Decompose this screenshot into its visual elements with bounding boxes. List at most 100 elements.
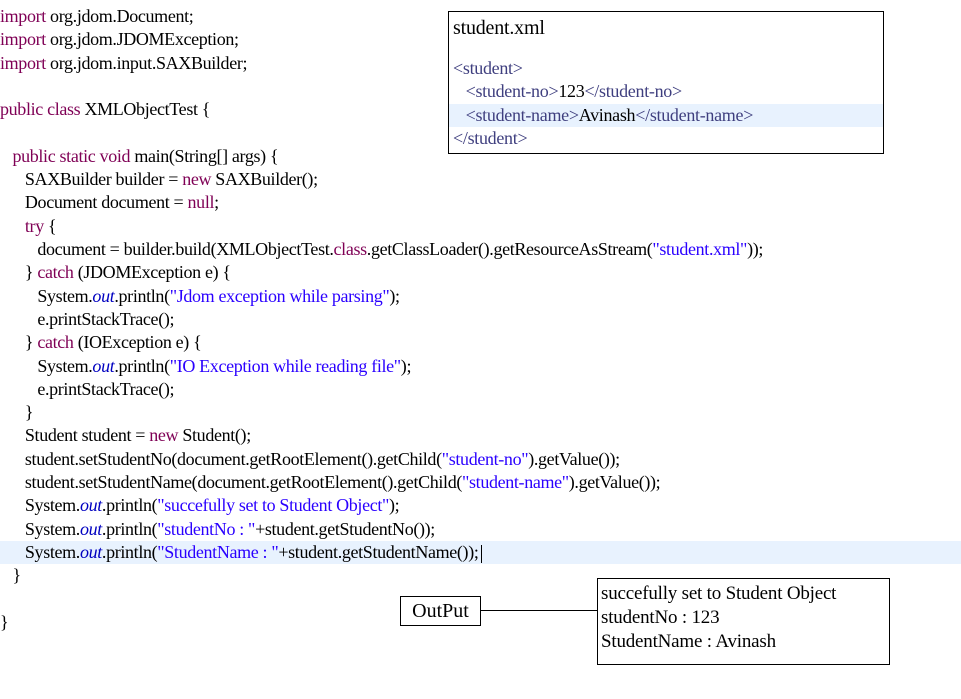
code-field: out (79, 518, 102, 539)
xml-tag: student-no (475, 81, 549, 102)
code-text: (IOException e) { (73, 332, 202, 353)
xml-tag (453, 81, 466, 101)
code-line[interactable]: System.out.println("studentNo : "+studen… (0, 518, 961, 541)
code-line[interactable]: e.printStackTrace(); (0, 378, 961, 401)
code-text: } (0, 565, 21, 586)
code-text: System. (0, 285, 93, 306)
code-text: .getClassLoader().getResourceAsStream( (366, 239, 653, 259)
code-text: main(String[] args) { (130, 145, 279, 166)
code-text: } (0, 611, 9, 632)
xml-tag: < (465, 104, 476, 125)
text-cursor (480, 544, 482, 563)
code-text: System. (0, 541, 80, 562)
code-line[interactable]: try { (0, 215, 961, 238)
code-line[interactable]: } (0, 401, 961, 424)
code-text: { (43, 215, 57, 236)
code-text: System. (0, 355, 93, 376)
xml-value: Avinash (578, 104, 636, 125)
code-text: } (0, 332, 38, 353)
xml-tag: < (453, 58, 463, 78)
code-text: (JDOMException e) { (73, 262, 231, 283)
code-line[interactable]: } catch (IOException e) { (0, 331, 961, 354)
code-keyword: null (187, 192, 215, 213)
xml-tag: > (568, 104, 579, 125)
code-string: "student-no" (441, 448, 529, 469)
code-text: ).getValue()); (528, 448, 620, 469)
code-text: +student.getStudentName()); (278, 541, 479, 562)
code-text: .println( (101, 541, 158, 562)
code-line[interactable]: System.out.println("IO Exception while r… (0, 355, 961, 378)
code-keyword: new (182, 169, 212, 190)
code-text: )); (747, 239, 764, 259)
code-text: ); (389, 285, 400, 306)
code-line[interactable]: student.setStudentNo(document.getRootEle… (0, 448, 961, 471)
xml-tag: > (512, 58, 523, 78)
code-text: org.jdom.Document; (45, 6, 194, 26)
code-text: org.jdom.JDOMException; (45, 29, 239, 50)
code-string: "student.xml" (652, 239, 748, 259)
code-field: out (79, 541, 102, 562)
code-text: System. (0, 518, 80, 539)
code-line[interactable]: Document document = null; (0, 191, 961, 214)
code-text: } (0, 402, 34, 423)
code-text: .println( (114, 285, 170, 306)
code-line[interactable]: student.setStudentName(document.getRootE… (0, 471, 961, 494)
code-keyword: static (59, 145, 96, 166)
code-field: out (92, 285, 115, 306)
code-line[interactable]: } catch (JDOMException e) { (0, 261, 961, 284)
code-keyword: catch (37, 262, 74, 283)
code-keyword: import (0, 52, 46, 73)
xml-line: <student> (449, 57, 883, 80)
xml-tag: > (672, 81, 682, 102)
xml-tag: > (743, 104, 754, 125)
code-line[interactable]: System.out.println("Jdom exception while… (0, 285, 961, 308)
code-text: ).getValue()); (568, 472, 661, 492)
output-line: succefully set to Student Object (601, 583, 837, 604)
code-text: } (0, 262, 38, 283)
code-text: org.jdom.input.SAXBuilder; (45, 52, 248, 73)
output-line: studentNo : 123 (601, 607, 720, 628)
xml-value: 123 (558, 81, 585, 102)
code-text: Student(); (178, 425, 251, 446)
code-text: .println( (101, 518, 158, 539)
code-text: student.setStudentNo(document.getRootEle… (0, 448, 442, 469)
code-keyword: class (47, 99, 81, 120)
code-keyword: new (149, 425, 179, 446)
code-text: e.printStackTrace(); (0, 308, 175, 329)
xml-tag: > (548, 81, 559, 102)
code-text: +student.getStudentNo()); (255, 518, 435, 539)
xml-line: <student-no>123</student-no> (449, 80, 883, 103)
xml-tag (453, 105, 466, 125)
code-keyword: catch (37, 332, 74, 353)
xml-line: </student> (449, 127, 883, 150)
code-text: ); (389, 495, 400, 516)
code-text: SAXBuilder builder = (0, 169, 183, 190)
code-text: .println( (101, 495, 158, 516)
code-line[interactable]: SAXBuilder builder = new SAXBuilder(); (0, 168, 961, 191)
xml-tag: student (467, 127, 518, 148)
code-text: System. (0, 495, 80, 516)
output-panel: succefully set to Student Object student… (597, 578, 890, 665)
code-string: "succefully set to Student Object" (157, 495, 390, 516)
code-keyword: import (0, 29, 46, 50)
code-string: "IO Exception while reading file" (169, 355, 401, 376)
code-line[interactable]: document = builder.build(XMLObjectTest.c… (0, 238, 961, 261)
output-line: StudentName : Avinash (601, 631, 776, 652)
code-keyword: public (0, 99, 43, 120)
code-text: ); (400, 355, 412, 376)
code-line[interactable]: System.out.println("succefully set to St… (0, 494, 961, 517)
code-string: "student-name" (462, 472, 569, 492)
code-string: "Jdom exception while parsing" (169, 285, 390, 306)
output-label: OutPut (400, 596, 481, 626)
code-line[interactable]: Student student = new Student(); (0, 424, 961, 447)
xml-tag: </ (453, 127, 468, 148)
output-connector-line (481, 610, 597, 611)
code-text: student.setStudentName(document.getRootE… (0, 472, 463, 492)
xml-tag: > (517, 127, 528, 148)
code-line[interactable]: e.printStackTrace(); (0, 308, 961, 331)
xml-tag: </ (584, 81, 599, 102)
xml-line: <student-name>Avinash</student-name> (449, 103, 883, 127)
code-line[interactable]: System.out.println("StudentName : "+stud… (0, 540, 961, 565)
